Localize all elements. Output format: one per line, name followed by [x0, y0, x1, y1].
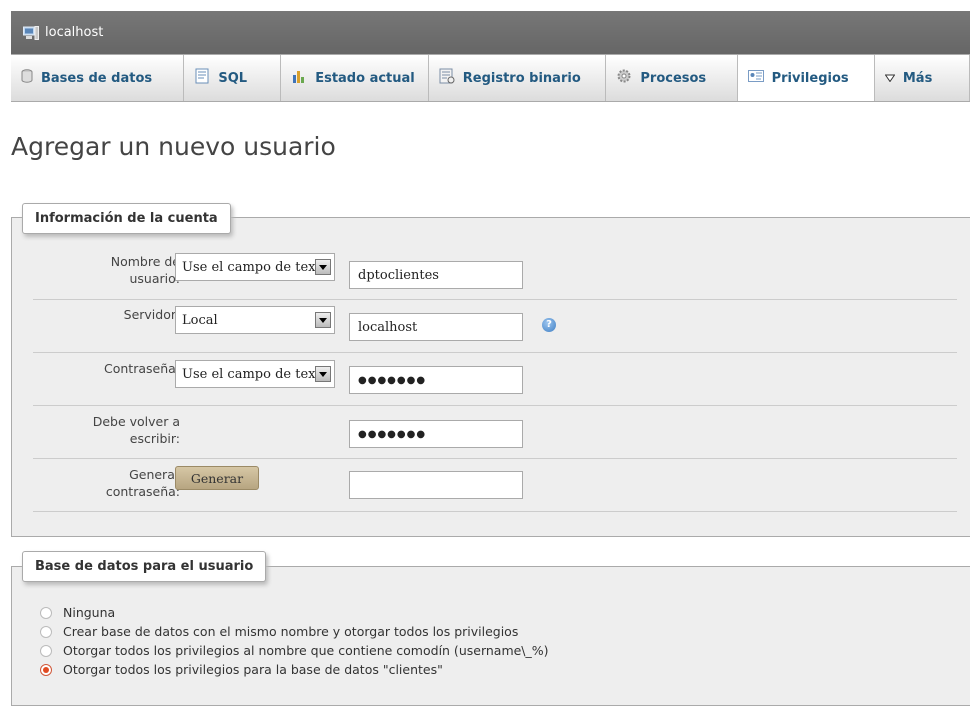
- password-label: Contraseña:: [104, 361, 180, 376]
- radio-label: Otorgar todos los privilegios para la ba…: [63, 662, 443, 677]
- binlog-icon: [439, 68, 455, 88]
- tab-label: Registro binario: [462, 70, 581, 86]
- generate-button[interactable]: Generar: [175, 466, 259, 490]
- help-icon[interactable]: ?: [542, 318, 556, 332]
- database-legend: Base de datos para el usuario: [22, 551, 267, 582]
- account-info-legend: Información de la cuenta: [22, 203, 231, 234]
- tab-privileges[interactable]: Privilegios: [737, 55, 875, 101]
- radio-label: Ninguna: [63, 605, 116, 620]
- radio-button[interactable]: [40, 606, 52, 619]
- tab-label: Estado actual: [315, 70, 415, 86]
- tab-status[interactable]: Estado actual: [281, 55, 429, 101]
- username-label: Nombre de usuario:: [110, 254, 180, 286]
- chevron-down-icon: [315, 259, 331, 275]
- host-label: Servidor:: [123, 307, 180, 322]
- tab-label: Bases de datos: [41, 70, 153, 86]
- password-mask: ●●●●●●●: [358, 428, 427, 440]
- input-value: dptoclientes: [358, 267, 439, 283]
- host-input[interactable]: localhost: [349, 313, 523, 341]
- generate-label: Generar contraseña:: [105, 467, 180, 499]
- radio-option-none[interactable]: Ninguna: [40, 605, 115, 620]
- privileges-icon: [747, 70, 764, 86]
- tab-label: Más: [902, 70, 933, 86]
- radio-option-create-db[interactable]: Crear base de datos con el mismo nombre …: [40, 624, 518, 639]
- radio-label: Otorgar todos los privilegios al nombre …: [63, 643, 549, 658]
- tab-binary-log[interactable]: Registro binario: [429, 55, 607, 101]
- host-select[interactable]: Local: [175, 306, 335, 334]
- server-icon: [23, 25, 39, 40]
- gear-icon: [616, 68, 632, 88]
- radio-option-specific-db[interactable]: Otorgar todos los privilegios para la ba…: [40, 662, 443, 677]
- retype-label: Debe volver a escribir:: [92, 414, 180, 446]
- status-icon: [291, 68, 307, 88]
- tab-label: Privilegios: [771, 70, 849, 86]
- radio-label: Crear base de datos con el mismo nombre …: [63, 624, 519, 639]
- database-icon: [21, 69, 33, 87]
- chevron-down-icon: [315, 366, 331, 382]
- tab-more[interactable]: Más: [875, 55, 970, 101]
- username-input[interactable]: dptoclientes: [349, 261, 523, 289]
- triangle-down-icon: [884, 71, 896, 86]
- radio-button[interactable]: [40, 644, 52, 657]
- radio-button[interactable]: [40, 625, 52, 638]
- password-select[interactable]: Use el campo de texto: [175, 360, 335, 388]
- select-value: Local: [182, 312, 218, 328]
- generated-password-input[interactable]: [349, 471, 523, 499]
- tab-processes[interactable]: Procesos: [606, 55, 738, 101]
- tab-label: Procesos: [640, 70, 707, 86]
- tab-label: SQL: [218, 70, 248, 86]
- select-value: Use el campo de texto: [182, 366, 329, 382]
- select-value: Use el campo de texto: [182, 259, 329, 275]
- server-name: localhost: [45, 25, 104, 40]
- chevron-down-icon: [315, 312, 331, 328]
- input-value: localhost: [358, 319, 418, 335]
- tab-databases[interactable]: Bases de datos: [11, 55, 185, 101]
- retype-input[interactable]: ●●●●●●●: [349, 420, 523, 448]
- page-title: Agregar un nuevo usuario: [11, 132, 336, 161]
- sql-icon: [194, 68, 210, 88]
- radio-button[interactable]: [40, 663, 52, 676]
- username-select[interactable]: Use el campo de texto: [175, 253, 335, 281]
- main-tabs: Bases de datos SQL Estado actual Registr…: [11, 54, 970, 102]
- server-breadcrumb[interactable]: localhost: [11, 11, 970, 54]
- tab-sql[interactable]: SQL: [184, 55, 282, 101]
- radio-option-wildcard[interactable]: Otorgar todos los privilegios al nombre …: [40, 643, 549, 658]
- password-mask: ●●●●●●●: [358, 374, 427, 386]
- password-input[interactable]: ●●●●●●●: [349, 366, 523, 394]
